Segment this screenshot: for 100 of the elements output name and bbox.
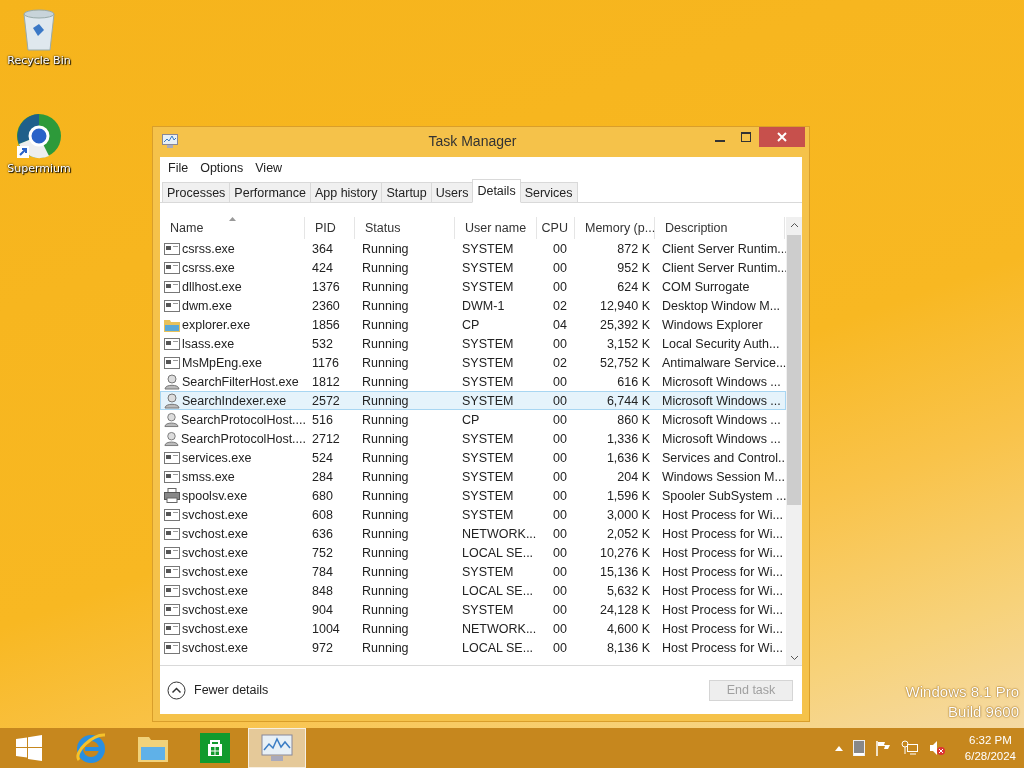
tab[interactable]: App history [309,182,383,202]
table-row[interactable]: lsass.exe 532 Running SYSTEM 00 3,152 K Local Security Auth... [160,334,786,353]
program-icon [164,298,180,313]
windows-logo-icon[interactable] [16,735,42,761]
maximize-icon [741,132,751,142]
fewer-details-link[interactable]: Fewer details [194,683,269,697]
table-row[interactable]: svchost.exe 752 Running LOCAL SE... 00 10,276 K Host Process for Wi... [160,543,786,562]
column-header[interactable]: User name [455,217,537,239]
table-cell: svchost.exe [182,564,248,579]
table-cell-text: SYSTEM [461,279,515,294]
table-cell-text: COM Surrogate [661,279,751,294]
table-cell-text: Windows Explorer [661,317,764,332]
muted-speaker-icon[interactable] [928,740,945,756]
column-header[interactable]: PID [305,217,355,239]
table-cell: dwm.exe [182,298,233,313]
table-cell-text: Running [361,583,410,598]
internet-explorer-icon[interactable] [75,732,107,764]
table-cell: svchost.exe [182,602,248,617]
column-header[interactable]: Memory (p... [575,217,655,239]
table-row[interactable]: svchost.exe 608 Running SYSTEM 00 3,000 K Host Process for Wi... [160,505,786,524]
table-cell: SearchProtocolHost.... [180,431,306,446]
table-cell-text: 524 [311,450,334,465]
browser-icon[interactable] [15,112,63,160]
table-cell: csrss.exe [182,241,235,256]
table-cell: SearchIndexer.exe [182,393,287,408]
table-row[interactable]: svchost.exe 972 Running LOCAL SE... 00 8,136 K Host Process for Wi... [160,638,786,657]
program-icon [164,241,180,256]
network-icon[interactable] [900,740,919,756]
table-cell-text: Running [361,545,410,560]
scroll-up-icon[interactable] [789,222,799,228]
table-row[interactable]: dllhost.exe 1376 Running SYSTEM 00 624 K COM Surrogate [160,277,786,296]
table-row[interactable]: SearchFilterHost.exe 1812 Running SYSTEM 00 616 K Microsoft Windows ... [160,372,786,391]
tab[interactable]: Startup [381,182,432,202]
table-cell-text: Running [361,260,410,275]
tab[interactable]: Details [472,179,521,203]
menu-item[interactable]: File [162,160,195,175]
show-hidden-icons-icon[interactable] [834,745,843,751]
table-cell-text: SYSTEM [461,450,515,465]
program-icon [164,545,180,560]
table-row[interactable]: SearchIndexer.exe 2572 Running SYSTEM 00 6,744 K Microsoft Windows ... [160,391,786,410]
table-row[interactable]: svchost.exe 784 Running SYSTEM 00 15,136 K Host Process for Wi... [160,562,786,581]
table-cell-text: 1176 [311,355,340,370]
close-button[interactable] [759,127,805,147]
table-cell-text: 10,276 K [598,545,651,560]
table-row[interactable]: smss.exe 284 Running SYSTEM 00 204 K Windows Session M... [160,467,786,486]
table-row[interactable]: csrss.exe 364 Running SYSTEM 00 872 K Client Server Runtim... [160,239,786,258]
table-cell-text: 00 [552,469,568,484]
table-cell-text: Services and Control... [661,450,786,465]
table-cell-text: 00 [552,431,568,446]
table-cell-text: 1,336 K [605,431,651,446]
sort-arrow-icon [229,217,236,221]
table-row[interactable]: svchost.exe 1004 Running NETWORK... 00 4,600 K Host Process for Wi... [160,619,786,638]
folder-icon [164,317,180,332]
program-icon [164,526,180,541]
table-row[interactable]: SearchProtocolHost.... 2712 Running SYSTEM 00 1,336 K Microsoft Windows ... [160,429,786,448]
program-icon [164,507,180,522]
table-cell-text: 00 [552,393,568,408]
table-row[interactable]: services.exe 524 Running SYSTEM 00 1,636 K Services and Control... [160,448,786,467]
column-header[interactable]: CPU [537,217,575,239]
column-header[interactable]: Status [355,217,455,239]
table-row[interactable]: explorer.exe 1856 Running CP 04 25,392 K Windows Explorer [160,315,786,334]
table-cell-text: 15,136 K [598,564,651,579]
program-icon [164,602,180,617]
table-cell-text: 2712 [311,431,341,446]
task-manager-icon[interactable] [261,734,293,762]
table-cell-text: SYSTEM [461,241,515,256]
table-row[interactable]: svchost.exe 636 Running NETWORK... 00 2,052 K Host Process for Wi... [160,524,786,543]
table-cell: explorer.exe [182,317,251,332]
scroll-down-icon[interactable] [789,655,799,661]
table-cell-text: Running [361,431,410,446]
table-row[interactable]: csrss.exe 424 Running SYSTEM 00 952 K Client Server Runtim... [160,258,786,277]
table-row[interactable]: SearchProtocolHost.... 516 Running CP 00 860 K Microsoft Windows ... [160,410,786,429]
flag-icon[interactable] [874,740,891,756]
table-cell-text: 00 [552,336,568,351]
table-row[interactable]: svchost.exe 848 Running LOCAL SE... 00 5,632 K Host Process for Wi... [160,581,786,600]
menu-item[interactable]: Options [194,160,250,175]
tab[interactable]: Performance [229,182,311,202]
table-cell-text: Microsoft Windows ... [661,393,782,408]
table-row[interactable]: MsMpEng.exe 1176 Running SYSTEM 02 52,752 K Antimalware Service... [160,353,786,372]
table-row[interactable]: svchost.exe 904 Running SYSTEM 00 24,128 K Host Process for Wi... [160,600,786,619]
table-cell: smss.exe [182,469,235,484]
collapse-icon[interactable] [167,680,186,700]
menu-item[interactable]: View [249,160,289,175]
table-cell-text: Local Security Auth... [661,336,781,351]
tab[interactable]: Services [519,182,578,202]
table-row[interactable]: spoolsv.exe 680 Running SYSTEM 00 1,596 K Spooler SubSystem ... [160,486,786,505]
column-header[interactable]: Description [655,217,785,239]
table-cell-text: Running [361,317,410,332]
store-icon[interactable] [200,733,230,763]
user-search-icon [164,411,179,428]
tab[interactable]: Users [430,182,474,202]
recycle-bin-icon[interactable] [21,8,57,52]
table-row[interactable]: dwm.exe 2360 Running DWM-1 02 12,940 K Desktop Window M... [160,296,786,315]
table-cell-text: Host Process for Wi... [661,564,784,579]
tab[interactable]: Processes [162,182,231,202]
battery-icon[interactable] [852,740,865,756]
table-cell: svchost.exe [182,507,248,522]
scrollbar[interactable] [786,217,802,665]
table-cell: svchost.exe [182,545,248,560]
table-cell-text: LOCAL SE... [461,640,535,655]
